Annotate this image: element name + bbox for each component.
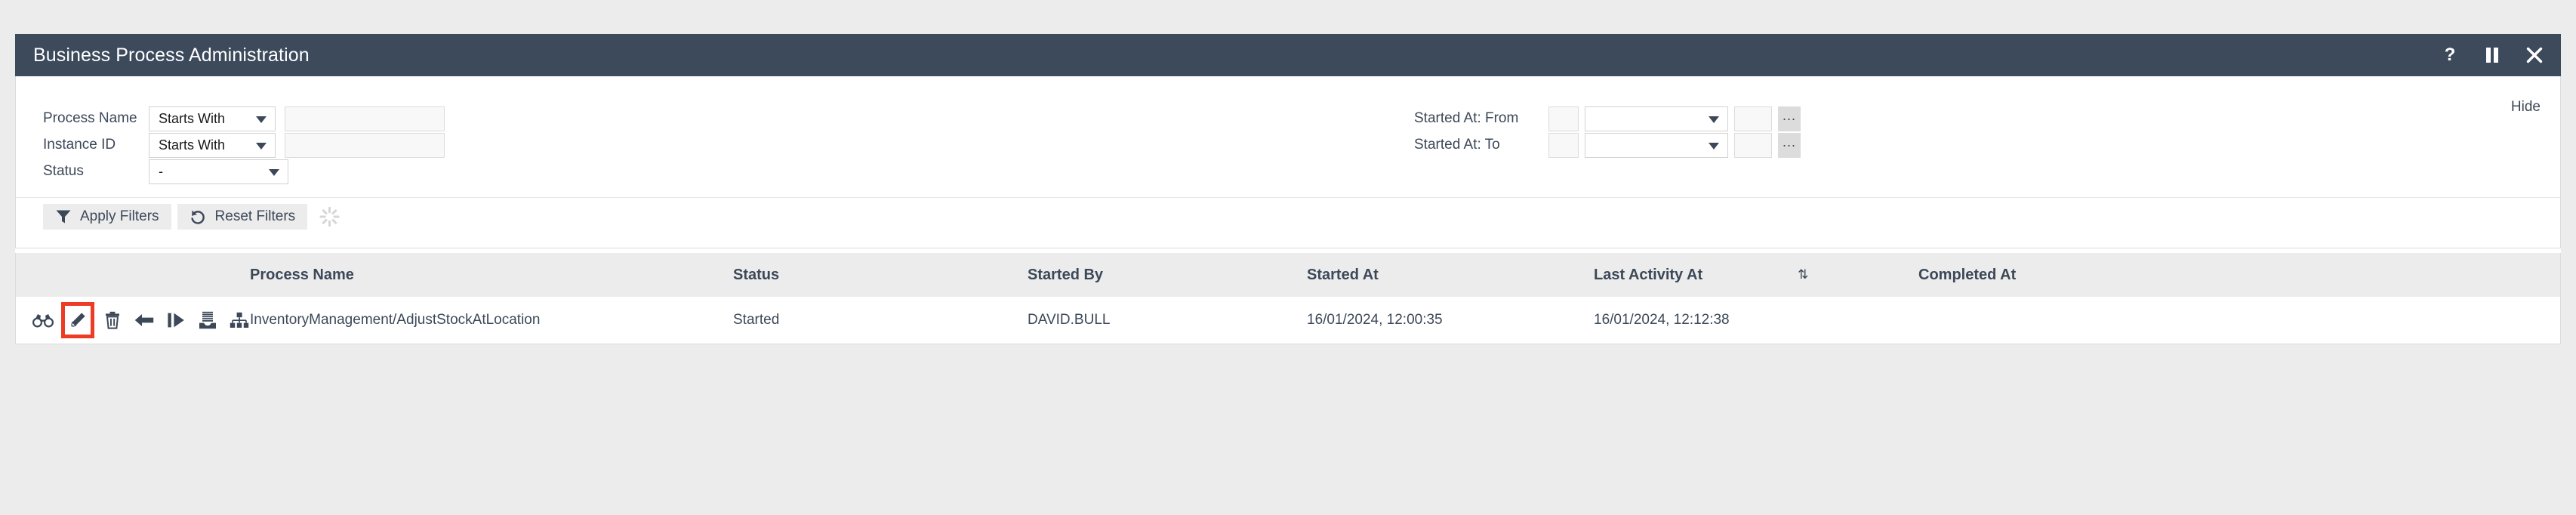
loading-spinner: [319, 207, 340, 227]
sort-indicator-icon[interactable]: ⇅: [1798, 267, 1808, 282]
column-header-last-activity-at[interactable]: Last Activity At ⇅: [1594, 253, 1918, 297]
page-title: Business Process Administration: [33, 44, 310, 66]
column-header-completed-at[interactable]: Completed At: [1918, 253, 2560, 297]
reset-filters-button[interactable]: Reset Filters: [177, 204, 308, 230]
cell-started-at: 16/01/2024, 12:00:35: [1307, 297, 1594, 344]
undo-icon: [190, 210, 205, 224]
application-window: Business Process Administration ? Hide P…: [15, 34, 2561, 344]
arrow-left-icon: [134, 314, 154, 326]
started-at-from-operator-select[interactable]: [1585, 106, 1728, 131]
apply-filters-button[interactable]: Apply Filters: [43, 204, 171, 230]
resume-icon[interactable]: [166, 309, 186, 332]
filter-grid: Process Name Starts With Instance ID Sta…: [16, 96, 2560, 196]
process-name-input[interactable]: [285, 106, 445, 131]
column-header-started-at[interactable]: Started At: [1307, 253, 1594, 297]
process-name-operator-select[interactable]: Starts With: [149, 106, 276, 131]
started-at-to-picker-button[interactable]: ...: [1778, 132, 1801, 158]
delete-icon[interactable]: [102, 309, 122, 332]
stack-inbox-icon: [199, 311, 217, 329]
back-icon[interactable]: [134, 309, 154, 332]
started-at-to-value-input[interactable]: [1734, 132, 1772, 158]
row-action-icons: [16, 306, 250, 335]
close-button[interactable]: [2525, 44, 2544, 66]
started-at-from-prefix-input[interactable]: [1548, 106, 1579, 131]
instance-id-operator-value: Starts With: [159, 137, 226, 153]
archive-icon[interactable]: [198, 309, 218, 332]
edit-icon[interactable]: [65, 306, 91, 335]
apply-filters-label: Apply Filters: [80, 208, 159, 224]
instance-id-operator-select[interactable]: Starts With: [149, 132, 276, 158]
filter-row-process-name: Process Name Starts With: [43, 103, 445, 134]
pause-icon: [2486, 48, 2498, 63]
cell-last-activity-at: 16/01/2024, 12:12:38: [1594, 297, 1918, 344]
column-header-process-name[interactable]: Process Name: [250, 253, 733, 297]
filter-label-started-at-to: Started At: To: [1414, 137, 1500, 153]
window-titlebar: Business Process Administration ?: [15, 34, 2561, 76]
hierarchy-icon[interactable]: [230, 309, 250, 332]
binoculars-icon: [32, 314, 54, 328]
help-button[interactable]: ?: [2440, 44, 2460, 66]
started-at-to-operator-select[interactable]: [1585, 132, 1728, 158]
column-header-started-by[interactable]: Started By: [1028, 253, 1307, 297]
process-name-operator-value: Starts With: [159, 110, 226, 126]
pause-button[interactable]: [2482, 44, 2502, 66]
started-at-from-picker-button[interactable]: ...: [1778, 106, 1801, 131]
started-at-to-prefix-input[interactable]: [1548, 132, 1579, 158]
column-header-actions: [16, 253, 250, 297]
filter-label-process-name: Process Name: [43, 110, 137, 126]
step-forward-icon: [168, 313, 184, 328]
instance-id-input[interactable]: [285, 132, 445, 158]
table-body: InventoryManagement/AdjustStockAtLocatio…: [16, 297, 2560, 344]
filter-label-instance-id: Instance ID: [43, 137, 116, 153]
window-controls: ?: [2440, 44, 2544, 66]
view-icon[interactable]: [32, 309, 54, 332]
reset-filters-label: Reset Filters: [214, 208, 296, 224]
filter-row-started-at-from: Started At: From ...: [1414, 103, 1801, 134]
pencil-icon: [71, 313, 85, 327]
filter-label-status: Status: [43, 163, 84, 179]
status-select-value: -: [159, 163, 163, 179]
started-at-from-value-input[interactable]: [1734, 106, 1772, 131]
filter-button-bar: Apply Filters Reset Filters: [16, 197, 2560, 240]
sitemap-icon: [230, 312, 249, 328]
filter-label-started-at-from: Started At: From: [1414, 110, 1519, 126]
cell-status: Started: [733, 297, 1028, 344]
process-instances-table: Process Name Status Started By Started A…: [16, 253, 2560, 344]
trash-icon: [105, 311, 119, 329]
filter-row-instance-id: Instance ID Starts With: [43, 130, 445, 160]
table-row: InventoryManagement/AdjustStockAtLocatio…: [16, 297, 2560, 344]
cell-started-by: DAVID.BULL: [1028, 297, 1307, 344]
cell-completed-at: [1918, 297, 2560, 344]
row-actions-cell: [16, 297, 250, 344]
close-icon: [2526, 47, 2543, 63]
status-select[interactable]: -: [149, 159, 288, 184]
funnel-icon: [56, 210, 71, 224]
filter-panel: Hide Process Name Starts With Instance I…: [15, 76, 2561, 248]
cell-process-name: InventoryManagement/AdjustStockAtLocatio…: [250, 297, 733, 344]
column-header-last-activity-at-label: Last Activity At: [1594, 266, 1703, 283]
table-header-row: Process Name Status Started By Started A…: [16, 253, 2560, 297]
filter-row-status: Status -: [43, 156, 288, 187]
column-header-status[interactable]: Status: [733, 253, 1028, 297]
help-icon: ?: [2444, 45, 2456, 65]
table-header: Process Name Status Started By Started A…: [16, 253, 2560, 297]
filter-row-started-at-to: Started At: To ...: [1414, 130, 1801, 160]
results-table-container: Process Name Status Started By Started A…: [15, 253, 2561, 344]
